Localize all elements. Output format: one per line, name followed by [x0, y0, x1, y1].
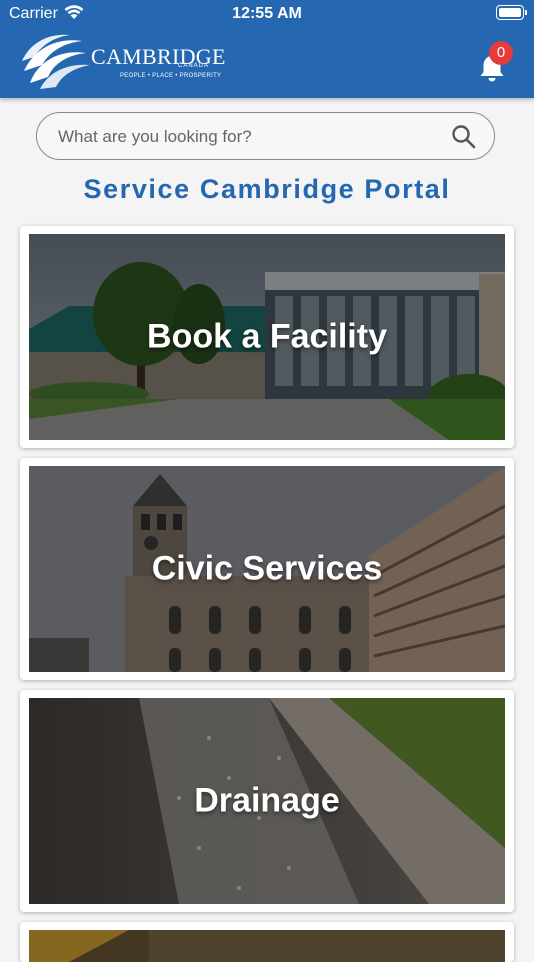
- civic-services-card[interactable]: Civic Services: [20, 458, 514, 680]
- card-label: Book a Facility: [147, 317, 387, 356]
- search-input[interactable]: [56, 123, 440, 151]
- civic-photo: Civic Services: [29, 466, 505, 672]
- logo-country: CANADA: [178, 63, 210, 69]
- status-bar: Carrier 12:55 AM: [0, 0, 534, 28]
- logo-tagline: PEOPLE • PLACE • PROSPERITY: [120, 73, 222, 79]
- facility-photo: Book a Facility: [29, 234, 505, 440]
- card-label: Civic Services: [151, 549, 383, 588]
- search-bar[interactable]: [36, 112, 495, 160]
- drainage-card[interactable]: Drainage: [20, 690, 514, 912]
- next-card-photo: [29, 930, 505, 962]
- notification-count-badge: 0: [489, 41, 513, 65]
- search-icon[interactable]: [451, 124, 477, 155]
- card-label: Drainage: [194, 781, 340, 820]
- wave-logo-icon: [22, 34, 90, 89]
- next-service-card[interactable]: [20, 922, 514, 962]
- book-facility-card[interactable]: Book a Facility: [20, 226, 514, 448]
- cambridge-logo[interactable]: CAMBRIDGE CANADA PEOPLE • PLACE • PROSPE…: [20, 31, 225, 93]
- app-header: Carrier 12:55 AM CAMBRIDGE CANADA PEOPLE…: [0, 0, 534, 98]
- page-title: Service Cambridge Portal: [83, 174, 451, 204]
- battery-icon: [496, 5, 527, 20]
- drainage-photo: Drainage: [29, 698, 505, 904]
- clock: 12:55 AM: [232, 5, 302, 22]
